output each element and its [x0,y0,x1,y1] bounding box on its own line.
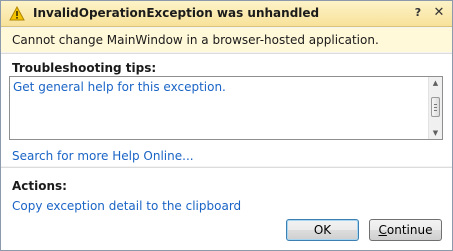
continue-button[interactable]: Continue [369,219,442,241]
warning-icon [9,6,25,21]
copy-exception-detail-link[interactable]: Copy exception detail to the clipboard [12,199,241,213]
continue-accesskey: C [378,223,387,237]
scroll-thumb[interactable] [431,97,440,117]
actions-section: Actions: Copy exception detail to the cl… [1,167,452,250]
exception-assistant-dialog: InvalidOperationException was unhandled … [0,0,453,251]
scroll-up-arrow-icon[interactable]: ▲ [429,77,442,89]
exception-message: Cannot change MainWindow in a browser-ho… [12,33,379,47]
search-help-online-link[interactable]: Search for more Help Online... [12,149,194,163]
exception-message-band: Cannot change MainWindow in a browser-ho… [1,28,452,52]
title-bar[interactable]: InvalidOperationException was unhandled … [1,1,452,27]
dialog-title: InvalidOperationException was unhandled [33,6,320,20]
tips-scrollbar[interactable]: ▲ ▼ [428,77,442,139]
continue-label-rest: ontinue [386,223,433,237]
ok-button[interactable]: OK [286,219,359,241]
actions-heading: Actions: [12,179,67,193]
troubleshooting-tips-list: Get general help for this exception. ▲ ▼ [9,76,443,140]
close-button[interactable]: ✕ [431,5,447,21]
troubleshooting-section: Troubleshooting tips: Get general help f… [1,53,452,166]
scroll-down-arrow-icon[interactable]: ▼ [429,127,442,139]
general-help-link[interactable]: Get general help for this exception. [13,80,226,94]
troubleshooting-heading: Troubleshooting tips: [12,61,157,75]
help-button[interactable]: ? [410,5,426,21]
